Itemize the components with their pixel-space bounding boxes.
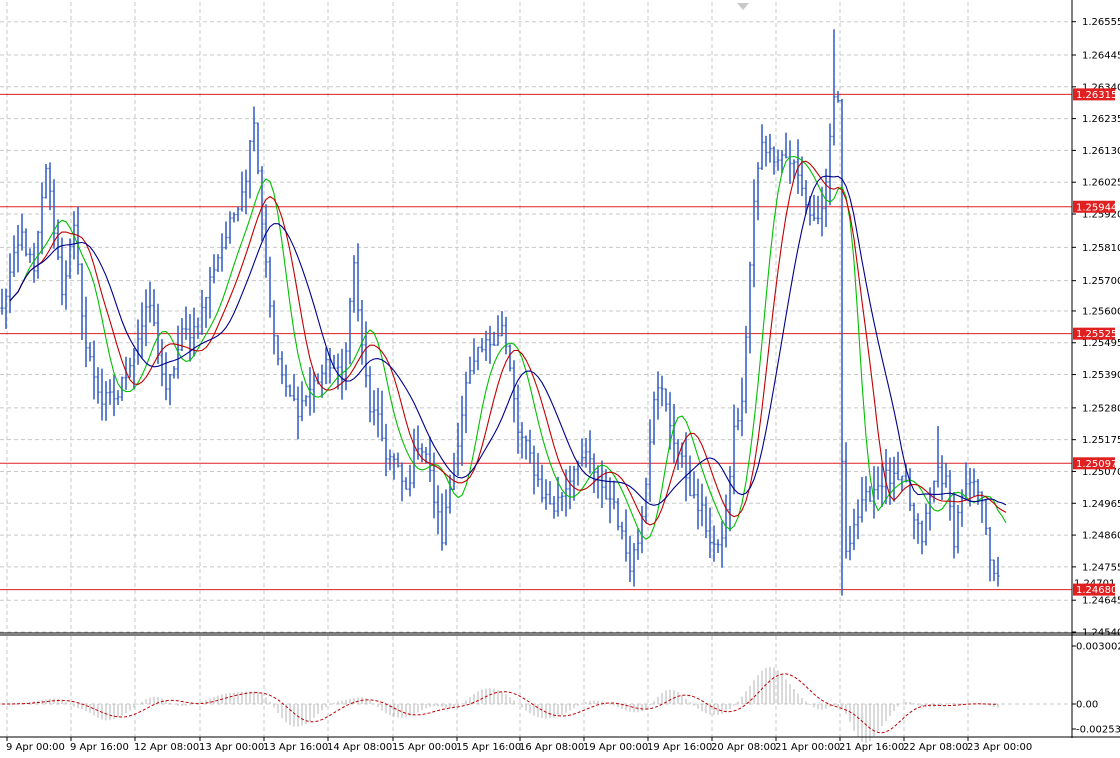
time-tick-label: 21 Apr 16:00 xyxy=(839,742,904,753)
price-tick-label: 1.26235 xyxy=(1082,114,1120,125)
time-tick-label: 16 Apr 08:00 xyxy=(519,742,584,753)
osc-tick-label: 0.00 xyxy=(1076,700,1098,711)
price-tick-label: 1.24755 xyxy=(1082,562,1120,573)
level-badge-label: 1.25944 xyxy=(1076,202,1117,213)
price-tick-label: 1.24965 xyxy=(1082,499,1120,510)
time-tick-label: 9 Apr 00:00 xyxy=(6,742,65,753)
time-tick-label: 23 Apr 00:00 xyxy=(967,742,1032,753)
level-badge-label: 1.25097 xyxy=(1076,459,1117,470)
time-tick-label: 21 Apr 00:00 xyxy=(775,742,840,753)
price-tick-label: 1.24860 xyxy=(1082,531,1120,542)
price-tick-label: 1.25390 xyxy=(1082,370,1120,381)
price-tick-label: 1.26445 xyxy=(1082,51,1120,62)
osc-tick-label: -0.00253 xyxy=(1076,725,1120,736)
osc-tick-label: 0.003002 xyxy=(1076,642,1120,653)
price-tick-label: 1.24540 xyxy=(1082,628,1120,639)
time-tick-label: 15 Apr 16:00 xyxy=(456,742,521,753)
price-tick-label: 1.25175 xyxy=(1082,435,1120,446)
time-tick-label: 19 Apr 00:00 xyxy=(583,742,648,753)
time-tick-label: 13 Apr 00:00 xyxy=(199,742,264,753)
chart-background xyxy=(0,0,1120,758)
time-tick-label: 22 Apr 08:00 xyxy=(903,742,968,753)
time-tick-label: 14 Apr 08:00 xyxy=(327,742,392,753)
time-tick-label: 15 Apr 00:00 xyxy=(392,742,457,753)
price-tick-label: 1.25700 xyxy=(1082,276,1120,287)
level-badge-label: 1.24680 xyxy=(1076,585,1117,596)
time-tick-label: 13 Apr 16:00 xyxy=(263,742,328,753)
time-tick-label: 20 Apr 08:00 xyxy=(711,742,776,753)
time-tick-label: 12 Apr 08:00 xyxy=(134,742,199,753)
price-tick-label: 1.25280 xyxy=(1082,403,1120,414)
price-tick-label: 1.24645 xyxy=(1082,596,1120,607)
time-tick-label: 9 Apr 16:00 xyxy=(70,742,129,753)
time-tick-label: 19 Apr 16:00 xyxy=(647,742,712,753)
level-badge-label: 1.26315 xyxy=(1076,90,1117,101)
level-badge-label: 1.25525 xyxy=(1076,329,1117,340)
price-tick-label: 1.26130 xyxy=(1082,146,1120,157)
price-tick-label: 1.25600 xyxy=(1082,306,1120,317)
price-chart[interactable]: 1.265551.264451.263401.262351.261301.260… xyxy=(0,0,1120,758)
price-tick-label: 1.25810 xyxy=(1082,243,1120,254)
price-tick-label: 1.26025 xyxy=(1082,178,1120,189)
price-tick-label: 1.26555 xyxy=(1082,17,1120,28)
